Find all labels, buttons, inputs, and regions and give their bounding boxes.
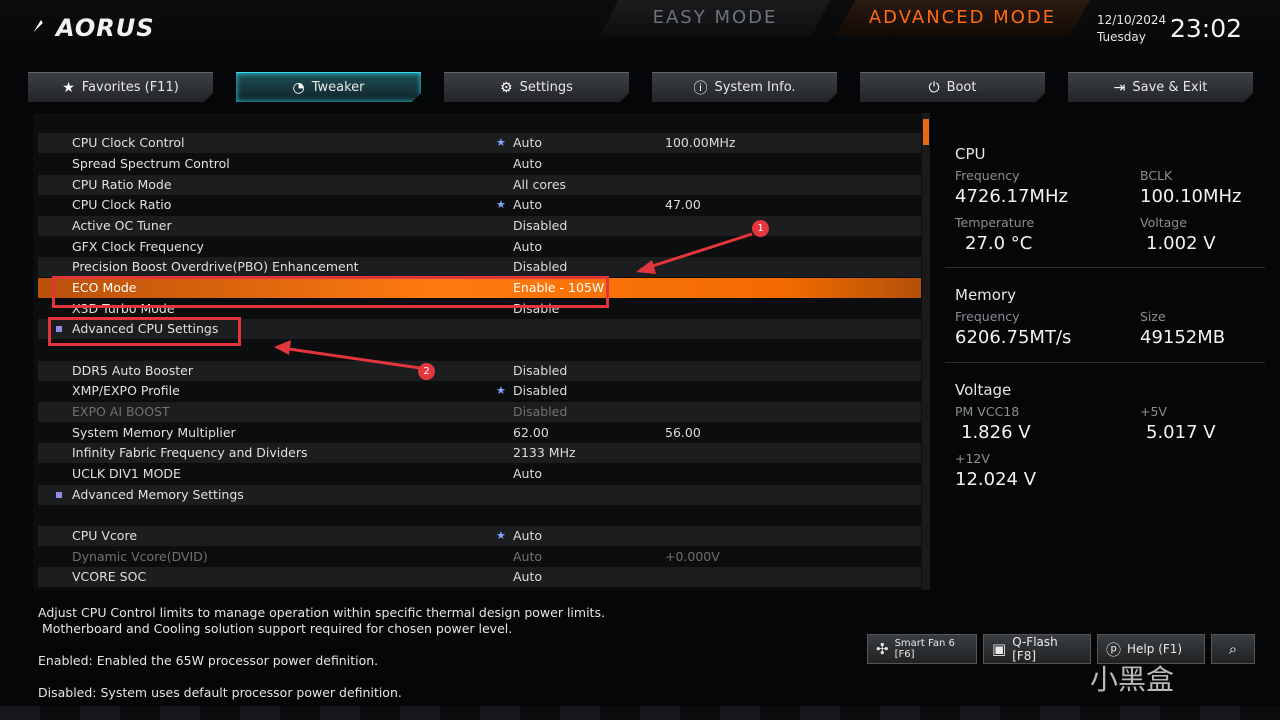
arrow-head-1 [636, 260, 656, 274]
memory-size-label: Size [1140, 309, 1166, 324]
help-icon: ⓟ [1106, 640, 1122, 659]
arrow-head-2 [274, 340, 291, 355]
watermark-logo: 小黑盒 [1090, 663, 1175, 696]
chip-icon: ▣ [992, 640, 1007, 658]
memory-section-title: Memory [955, 286, 1017, 304]
5v-value: 5.017 V [1146, 422, 1216, 443]
12v-value: 12.024 V [955, 469, 1037, 490]
5v-label: +5V [1140, 404, 1167, 419]
q-flash-button[interactable]: ▣ Q-Flash [F8] [983, 634, 1091, 664]
help-line: Adjust CPU Control limits to manage oper… [38, 605, 605, 620]
cpu-voltage-value: 1.002 V [1146, 233, 1216, 254]
cpu-voltage-label: Voltage [1140, 215, 1187, 230]
arrow-line-2 [281, 346, 421, 370]
memory-size-value: 49152MB [1140, 327, 1226, 348]
12v-label: +12V [955, 451, 990, 466]
help-line: Motherboard and Cooling solution support… [38, 621, 513, 636]
annotation-badge-2: 2 [418, 363, 435, 380]
section-divider [945, 362, 1265, 363]
button-label: Help (F1) [1127, 642, 1183, 656]
help-line: Disabled: System uses default processor … [38, 685, 402, 700]
cpu-temperature-label: Temperature [955, 215, 1035, 230]
help-line: Enabled: Enabled the 65W processor power… [38, 653, 379, 668]
annotation-badge-1: 1 [752, 220, 769, 237]
voltage-section-title: Voltage [955, 381, 1012, 399]
memory-frequency-value: 6206.75MT/s [955, 327, 1072, 348]
footer-decoration [0, 706, 1280, 720]
memory-frequency-label: Frequency [955, 309, 1020, 324]
bclk-label: BCLK [1140, 168, 1173, 183]
cpu-frequency-label: Frequency [955, 168, 1020, 183]
pm-vcc18-value: 1.826 V [961, 422, 1031, 443]
button-label: Smart Fan 6 [F6] [894, 638, 955, 660]
arrow-line-1 [639, 232, 753, 272]
search-button[interactable]: ⌕ [1211, 634, 1255, 664]
bclk-value: 100.10MHz [1140, 186, 1242, 207]
smart-fan-button[interactable]: ✣ Smart Fan 6 [F6] [867, 634, 977, 664]
button-label: Q-Flash [F8] [1012, 635, 1058, 663]
cpu-frequency-value: 4726.17MHz [955, 186, 1068, 207]
help-description: Adjust CPU Control limits to manage oper… [38, 605, 605, 701]
fan-icon: ✣ [876, 640, 889, 658]
section-divider [945, 267, 1265, 268]
cpu-temperature-value: 27.0 °C [965, 233, 1033, 254]
search-icon: ⌕ [1228, 640, 1238, 658]
pm-vcc18-label: PM VCC18 [955, 404, 1020, 419]
cpu-section-title: CPU [955, 145, 986, 163]
